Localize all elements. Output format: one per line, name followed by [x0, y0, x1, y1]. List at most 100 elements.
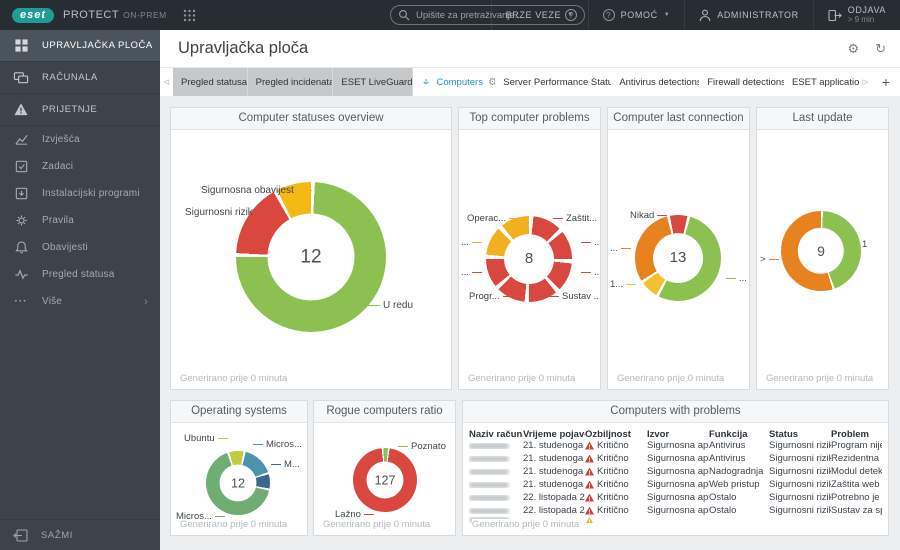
severity-cell: Kritično — [585, 492, 647, 503]
scroll-tabs-right-icon[interactable]: ▷ — [859, 68, 872, 96]
search-input[interactable] — [416, 9, 559, 21]
logout-button[interactable]: ODJAVA > 9 min — [812, 0, 900, 30]
sidebar-item-pregled-statusa[interactable]: Pregled statusa — [0, 261, 160, 288]
source-cell: Sigurnosna apli... — [647, 479, 709, 490]
tab-pregled-incidenata[interactable]: Pregled incidenata — [247, 68, 334, 96]
sidebar-item-label: Izvješća — [42, 134, 80, 145]
computer-statuses-donut[interactable]: 12 — [236, 182, 386, 332]
segment-label: Sustav ... — [549, 291, 600, 302]
severity-cell: Kritično — [585, 466, 647, 477]
table-row[interactable]: 22. listopada 2...KritičnoSigurnosna apl… — [469, 491, 886, 504]
refresh-icon[interactable]: ↻ — [875, 41, 886, 57]
function-cell: Ostalo — [709, 505, 737, 516]
table-row[interactable]: 21. studenoga ...KritičnoSigurnosna apli… — [469, 452, 886, 465]
time-cell: 21. studenoga ... — [523, 440, 585, 451]
tab-computers[interactable]: ↔ ↕ Computers ⚙ — [413, 68, 496, 96]
move-tab-icon[interactable]: ↔ ↕ — [421, 76, 432, 88]
user-menu[interactable]: ADMINISTRATOR — [684, 0, 812, 30]
card-title[interactable]: Computer last connection — [608, 108, 749, 130]
dashboard-icon — [13, 38, 29, 54]
tab-eset-applicatio[interactable]: ESET applicatio — [784, 68, 859, 96]
segment-label-sigurnosni-rizik: Sigurnosni rizik — [185, 207, 271, 218]
tab-eset-liveguard[interactable]: ESET LiveGuard — [333, 68, 413, 96]
add-dashboard-button[interactable]: + — [872, 68, 900, 96]
search-help-icon[interactable]: ? — [565, 9, 577, 21]
segment-label: M... — [271, 459, 300, 470]
search-icon — [398, 9, 410, 21]
tab-settings-icon[interactable]: ⚙ — [488, 77, 495, 88]
computer-name-cell — [469, 455, 523, 462]
severity-icon — [585, 441, 594, 450]
severity-icon — [585, 467, 594, 476]
card-title[interactable]: Computer statuses overview — [171, 108, 451, 130]
sidebar-item-label: Instalacijski programi — [42, 188, 140, 199]
dashboard-settings-icon[interactable]: ⚙ — [847, 41, 859, 57]
page-title: Upravljačka ploča — [178, 39, 309, 57]
tab-antivirus-detections[interactable]: Antivirus detections — [611, 68, 699, 96]
last-update-donut[interactable]: 9 — [781, 211, 861, 291]
computer-name-cell — [469, 442, 523, 449]
segment-label: 1... — [610, 279, 637, 290]
time-cell: 21. studenoga ... — [523, 479, 585, 490]
tab-pregled-statusa[interactable]: Pregled statusa — [173, 68, 248, 96]
top-bar: eset PROTECT ON-PREM ? BRZE VEZE▼ ? POMO… — [0, 0, 900, 30]
donut-total: 9 — [797, 227, 845, 275]
search-box[interactable]: ? — [390, 5, 585, 25]
card-title[interactable]: Last update — [757, 108, 888, 130]
operating-systems-donut[interactable]: 12 — [206, 451, 270, 515]
scroll-tabs-left-icon[interactable]: ◁ — [160, 68, 173, 96]
status-cell: Sigurnosni rizik — [769, 466, 831, 477]
sidebar-item-instalacijski-programi[interactable]: Instalacijski programi — [0, 180, 160, 207]
eset-logo: eset — [12, 7, 55, 23]
sidebar-item-label: Pravila — [42, 215, 74, 226]
tab-server-performance-status[interactable]: Server Performance Status — [495, 68, 611, 96]
sidebar-item-label: Više — [42, 296, 63, 307]
sidebar-item-pravila[interactable]: Pravila — [0, 207, 160, 234]
severity-cell: Kritično — [585, 453, 647, 464]
generated-note: Generirano prije 0 minuta — [323, 519, 431, 530]
card-title[interactable]: Rogue computers ratio — [314, 401, 455, 423]
status-cell: Sigurnosni rizik — [769, 440, 831, 451]
card-title[interactable]: Top computer problems — [459, 108, 600, 130]
function-cell: Ostalo — [709, 492, 737, 503]
table-row[interactable]: 21. studenoga ...KritičnoSigurnosna apli… — [469, 439, 886, 452]
function-cell: Antivirus — [709, 453, 746, 464]
app-grid-icon[interactable] — [183, 9, 196, 22]
table-row[interactable]: 21. studenoga ...KritičnoSigurnosna apli… — [469, 465, 886, 478]
sidebar-collapse-button[interactable]: SAŽMI — [0, 519, 160, 550]
segment-label-sigurnosna-obavijest: Sigurnosna obavijest — [201, 185, 312, 196]
tasks-icon — [13, 159, 29, 175]
sidebar-item-zadaci[interactable]: Zadaci — [0, 153, 160, 180]
dashboard-body: Computer statuses overview 12 Sigurnosna… — [160, 96, 900, 550]
sidebar-item-racunala[interactable]: RAČUNALA — [0, 62, 160, 94]
sidebar-item-izvjesca[interactable]: Izvješća — [0, 126, 160, 153]
segment-label: > — [760, 254, 779, 265]
sidebar-item-prijetnje[interactable]: PRIJETNJE — [0, 94, 160, 126]
last-connection-donut[interactable]: 13 — [635, 215, 721, 301]
rogue-computers-donut[interactable]: 127 — [353, 448, 417, 512]
card-title[interactable]: Operating systems — [171, 401, 307, 423]
card-title[interactable]: Computers with problems — [463, 401, 888, 423]
redacted-computer-name — [469, 481, 509, 488]
segment-label: Progr... — [469, 291, 513, 302]
table-row[interactable]: 21. studenoga ...KritičnoSigurnosna apli… — [469, 478, 886, 491]
card-computer-last-connection: Computer last connection 13 Nikad ... 1.… — [607, 107, 750, 390]
sidebar-item-vise[interactable]: ··· Više › — [0, 288, 160, 315]
severity-icon — [585, 517, 594, 523]
donut-total: 12 — [267, 213, 355, 301]
sidebar-item-upravljacka-ploca[interactable]: UPRAVLJAČKA PLOČA — [0, 30, 160, 62]
sidebar-item-obavijesti[interactable]: Obavijesti — [0, 234, 160, 261]
redacted-computer-name — [469, 468, 509, 475]
redacted-computer-name — [469, 507, 509, 514]
redacted-computer-name — [469, 494, 509, 501]
problem-cell: Zaštita web pri... — [831, 479, 882, 490]
chevron-down-icon: ▼ — [663, 12, 671, 18]
table-row[interactable]: 22. listopada 2...KritičnoSigurnosna apl… — [469, 504, 886, 517]
tab-firewall-detections[interactable]: Firewall detections — [699, 68, 784, 96]
generated-note: Generirano prije 0 minuta — [472, 519, 584, 530]
status-cell: Sigurnosni rizik — [769, 453, 831, 464]
segment-label: ... — [461, 267, 482, 278]
source-cell: Sigurnosna apli... — [647, 440, 709, 451]
top-problems-donut[interactable]: 8 — [486, 216, 572, 302]
help-menu[interactable]: ? POMOĆ ▼ — [587, 0, 685, 30]
